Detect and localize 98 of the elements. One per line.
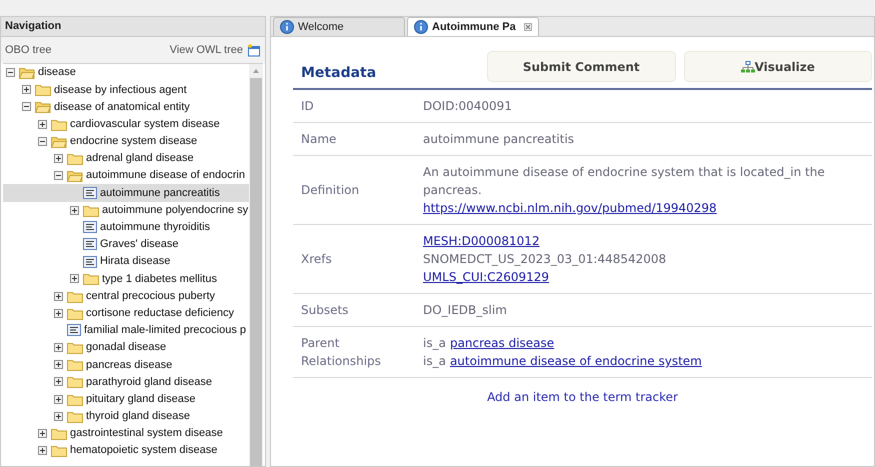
tree-item[interactable]: central precocious puberty	[3, 287, 249, 305]
expand-icon[interactable]	[22, 85, 31, 94]
tree-item[interactable]: endocrine system disease	[3, 132, 249, 150]
expand-icon[interactable]	[54, 343, 63, 352]
action-button[interactable]: Submit Comment	[487, 51, 676, 82]
folder-icon	[67, 152, 83, 166]
expand-icon[interactable]	[54, 308, 63, 318]
panel-title: Navigation	[5, 19, 62, 34]
tree-item[interactable]: autoimmune thyroiditis	[3, 218, 249, 236]
document-icon	[83, 238, 97, 250]
document-icon	[83, 256, 97, 268]
tree-item[interactable]: Hirata disease	[3, 253, 249, 270]
open-folder-icon	[51, 134, 67, 148]
open-folder-icon	[35, 100, 51, 114]
field-value: is_a	[423, 335, 446, 352]
folder-icon	[51, 444, 67, 458]
tree-item[interactable]: parathyroid gland disease	[3, 373, 249, 391]
folder-icon	[51, 427, 67, 440]
document-icon	[83, 186, 97, 199]
expand-icon[interactable]	[54, 154, 63, 164]
tree-item[interactable]: pancreas disease	[3, 356, 249, 374]
value-link[interactable]: autoimmune disease of endocrine system	[450, 352, 702, 370]
tree-item[interactable]: hematopoietic system disease	[3, 442, 249, 460]
tree-label: OBO tree	[5, 42, 52, 58]
expand-icon[interactable]	[54, 394, 63, 404]
scroll-thumb[interactable]	[250, 78, 262, 466]
document-icon	[67, 324, 81, 336]
collapse-icon[interactable]	[54, 171, 63, 180]
field-label: Xrefs	[300, 251, 333, 268]
field-label: Definition	[300, 182, 360, 199]
folder-icon	[67, 375, 83, 388]
expand-icon[interactable]	[54, 292, 63, 301]
collapse-icon[interactable]	[38, 136, 47, 146]
tree-item[interactable]: disease	[3, 64, 249, 82]
tree-item[interactable]: type 1 diabetes mellitus	[3, 270, 249, 288]
field-value: DOID:0040091	[423, 98, 512, 115]
folder-icon	[51, 118, 67, 131]
tree-item[interactable]: familial male-limited precocious p	[3, 322, 249, 339]
info-icon	[414, 20, 428, 34]
folder-icon	[67, 341, 83, 354]
tab[interactable]: Welcome	[273, 17, 405, 36]
tree-item[interactable]: autoimmune polyendocrine sy	[3, 202, 249, 219]
folder-icon	[83, 204, 99, 217]
owl-tree-link[interactable]: View OWL tree	[170, 42, 243, 58]
tree-item[interactable]: disease of anatomical entity	[3, 98, 249, 116]
field-label: Subsets	[300, 302, 350, 319]
expand-icon[interactable]	[38, 446, 47, 456]
new-window-icon	[247, 44, 261, 56]
expand-icon[interactable]	[70, 274, 79, 284]
folder-icon	[67, 392, 83, 406]
value-link[interactable]: pancreas disease	[450, 334, 554, 352]
open-folder-icon	[67, 169, 83, 182]
value-link[interactable]: https://www.ncbi.nlm.nih.gov/pubmed/19940298	[423, 199, 717, 217]
expand-icon[interactable]	[38, 429, 47, 438]
folder-icon	[67, 290, 83, 303]
action-button[interactable]: Visualize	[684, 51, 872, 82]
field-label: Parent Relationships	[300, 335, 382, 370]
expand-icon[interactable]	[70, 206, 79, 215]
field-label: ID	[300, 98, 315, 115]
field-value: An autoimmune disease of endocrine system that is located_in the pancreas.	[423, 164, 826, 199]
folder-icon	[83, 272, 99, 286]
expand-icon[interactable]	[54, 377, 63, 386]
tree-item[interactable]: Graves' disease	[3, 236, 249, 254]
tab[interactable]: Autoimmune Pa	[407, 17, 539, 36]
tree-item[interactable]: cardiovascular system disease	[3, 116, 249, 133]
value-link[interactable]: UMLS_CUI:C2609129	[423, 268, 550, 286]
section-title: Metadata	[300, 64, 378, 83]
tree-item[interactable]: disease by infectious agent	[3, 81, 249, 98]
expand-icon[interactable]	[54, 412, 63, 421]
value-link[interactable]: MESH:D000081012	[423, 232, 540, 250]
expand-icon[interactable]	[38, 120, 47, 129]
info-icon	[280, 20, 294, 34]
folder-icon	[67, 306, 83, 320]
field-value: is_a	[423, 353, 446, 370]
collapse-icon[interactable]	[6, 68, 15, 78]
tree-item[interactable]: autoimmune pancreatitis	[3, 184, 249, 202]
hierarchy-icon	[740, 60, 755, 72]
field-label: Name	[300, 131, 338, 148]
document-icon	[83, 221, 97, 234]
tree-item[interactable]: autoimmune disease of endocrin	[3, 167, 249, 184]
tree-item[interactable]: thyroid gland disease	[3, 408, 249, 425]
folder-icon	[67, 358, 83, 372]
scrollbar[interactable]	[249, 64, 263, 466]
tree-item[interactable]: pituitary gland disease	[3, 390, 249, 408]
field-value: DO_IEDB_slim	[423, 302, 507, 319]
term-tracker-link[interactable]: Add an item to the term tracker	[487, 388, 678, 406]
folder-icon	[67, 410, 83, 423]
folder-icon	[35, 83, 51, 96]
tree-item[interactable]: gonadal disease	[3, 339, 249, 356]
tree-item[interactable]: gastrointestinal system disease	[3, 424, 249, 442]
tree-item[interactable]: cortisone reductase deficiency	[3, 304, 249, 322]
field-value: SNOMEDCT_US_2023_03_01:448542008	[423, 251, 666, 268]
tree-item[interactable]: adrenal gland disease	[3, 150, 249, 168]
collapse-icon[interactable]	[22, 102, 31, 112]
open-folder-icon	[19, 66, 35, 80]
expand-icon[interactable]	[54, 360, 63, 370]
close-icon[interactable]	[524, 23, 532, 31]
field-value: autoimmune pancreatitis	[423, 131, 574, 148]
